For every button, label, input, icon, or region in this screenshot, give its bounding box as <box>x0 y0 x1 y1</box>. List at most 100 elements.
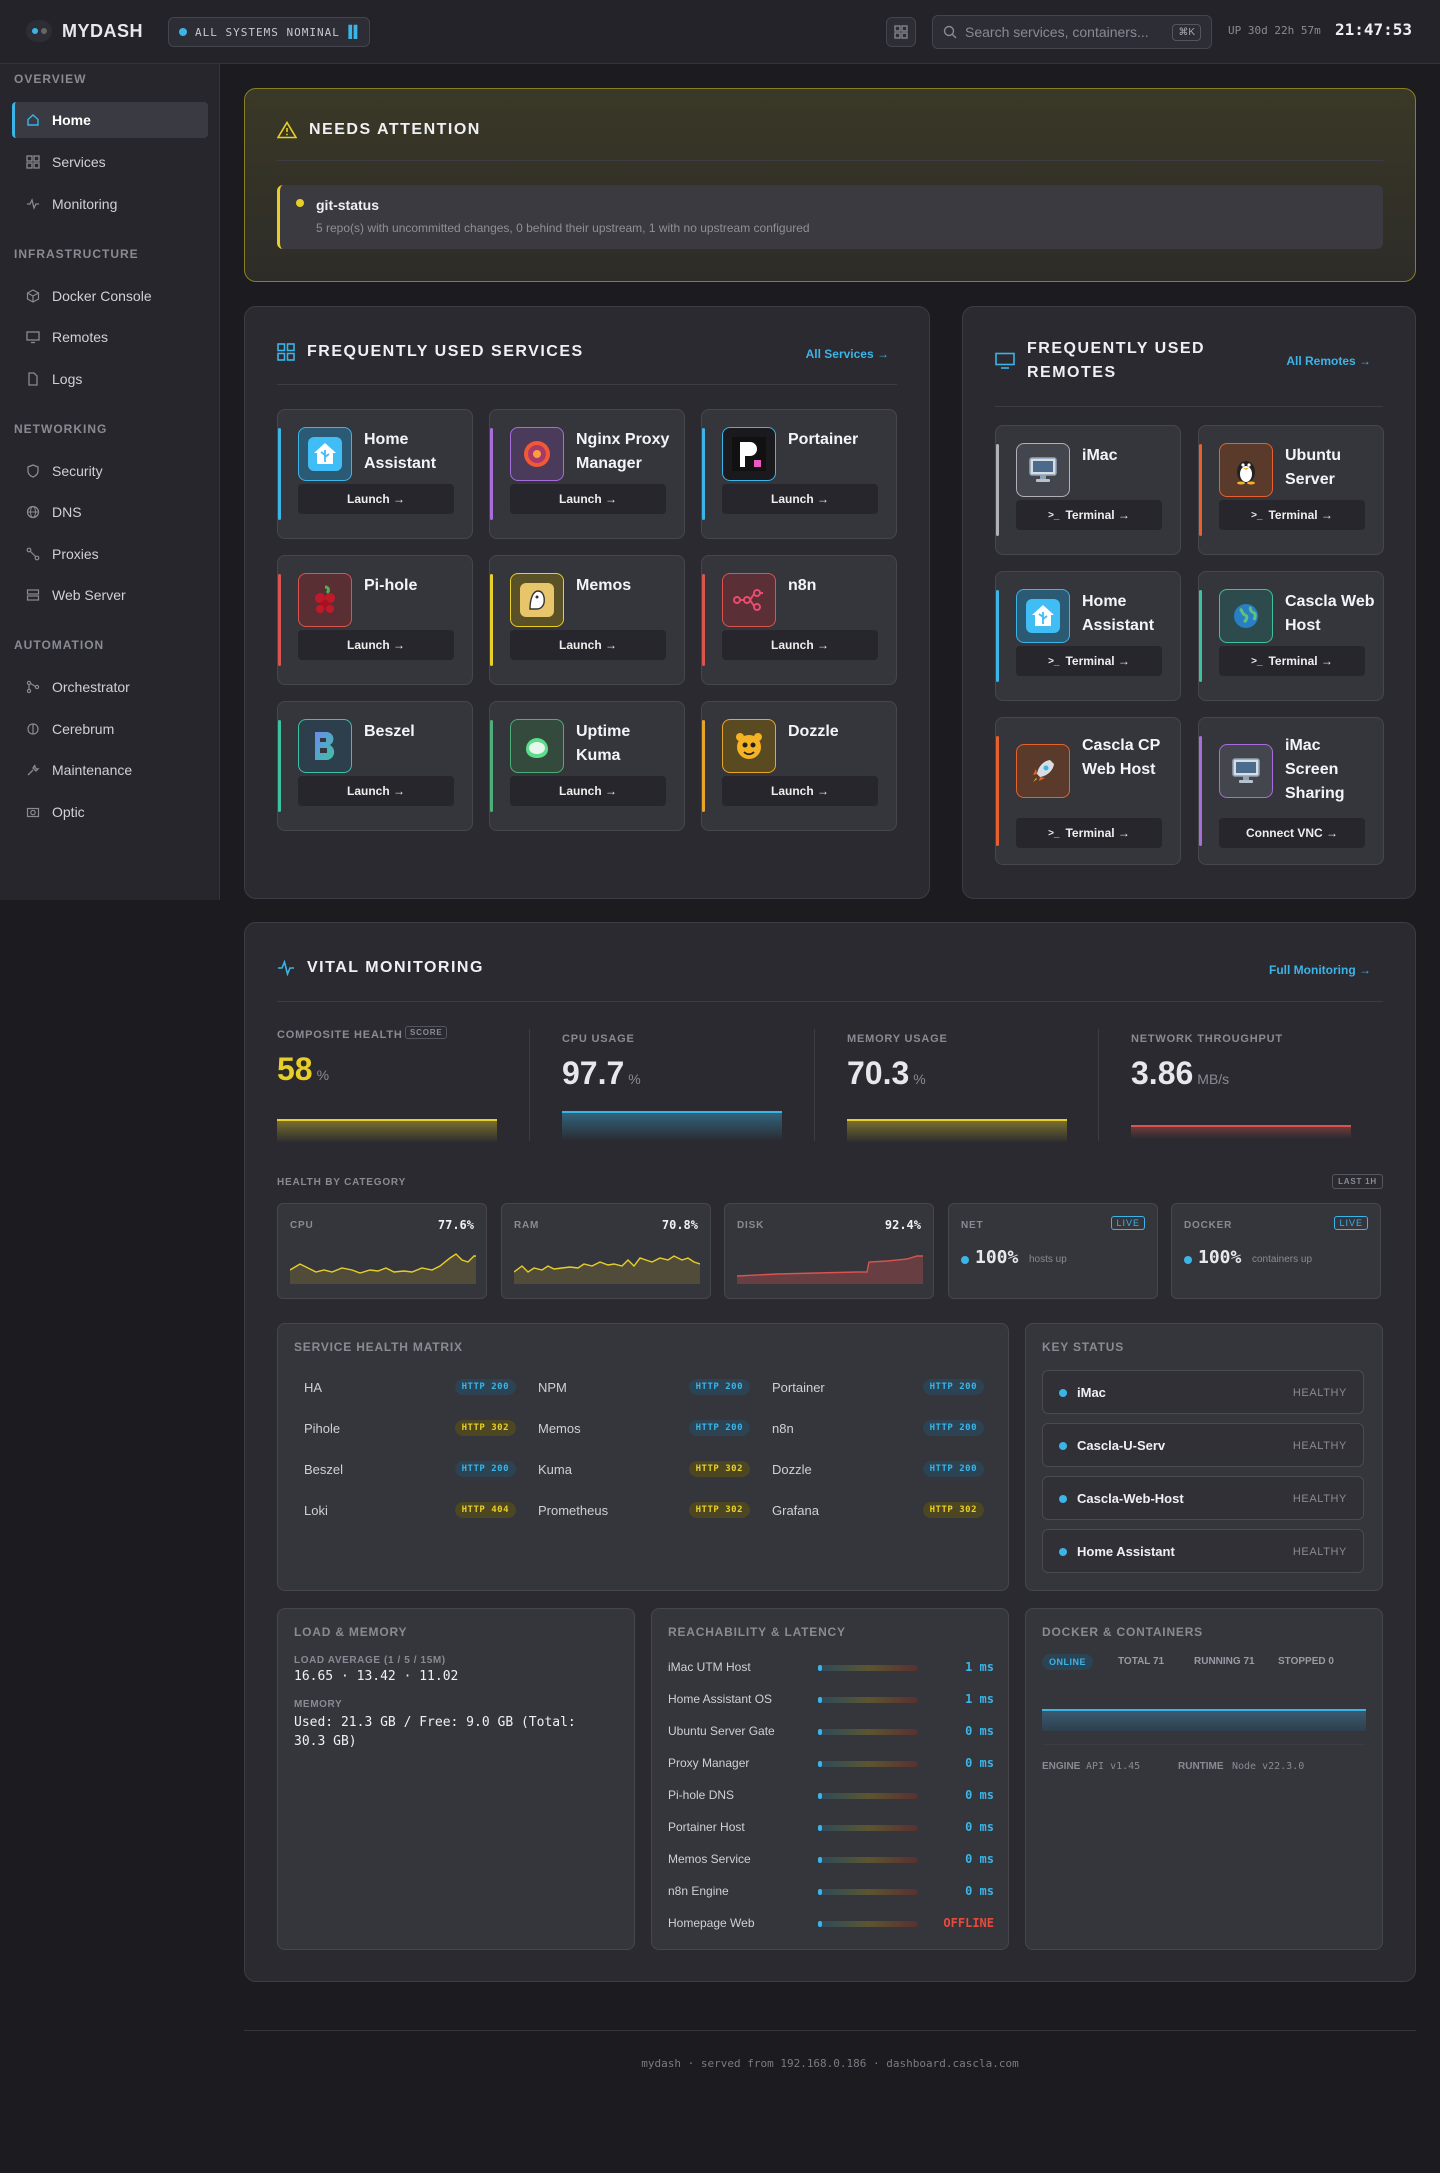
reachability-row: Home Assistant OS 1 ms <box>668 1691 994 1711</box>
sidebar-item-cerebrum[interactable]: Cerebrum <box>12 711 208 747</box>
launch-button[interactable]: Launch → <box>722 776 878 806</box>
service-card[interactable]: Pi-hole Launch → <box>277 555 473 685</box>
service-card[interactable]: Beszel Launch → <box>277 701 473 831</box>
sidebar-item-logs[interactable]: Logs <box>12 361 208 397</box>
sidebar-item-label: Proxies <box>52 546 99 562</box>
sidebar-item-dns[interactable]: DNS <box>12 494 208 530</box>
key-status-item[interactable]: Cascla-U-Serv HEALTHY <box>1042 1423 1364 1467</box>
system-status-pill[interactable]: ALL SYSTEMS NOMINAL ▌▌ <box>168 17 370 47</box>
service-card[interactable]: Dozzle Launch → <box>701 701 897 831</box>
matrix-cell[interactable]: NPM HTTP 200 <box>538 1376 750 1400</box>
sidebar-item-home[interactable]: Home <box>12 102 208 138</box>
remote-card[interactable]: Cascla CP Web Host >_ Terminal → <box>995 717 1181 865</box>
remote-card[interactable]: iMac Screen Sharing Connect VNC → <box>1198 717 1384 865</box>
matrix-cell[interactable]: n8n HTTP 200 <box>772 1417 984 1441</box>
launch-button[interactable]: Launch → <box>510 776 666 806</box>
matrix-cell[interactable]: Grafana HTTP 302 <box>772 1499 984 1523</box>
terminal-button[interactable]: >_ Terminal → <box>1016 646 1162 676</box>
reachability-host: n8n Engine <box>668 1884 729 1898</box>
remote-card[interactable]: Cascla Web Host >_ Terminal → <box>1198 571 1384 701</box>
memory-sparkline <box>847 1119 1067 1143</box>
sidebar-item-security[interactable]: Security <box>12 453 208 489</box>
matrix-cell[interactable]: Beszel HTTP 200 <box>304 1458 516 1482</box>
remote-card[interactable]: iMac >_ Terminal → <box>995 425 1181 555</box>
vnc-button[interactable]: Connect VNC → <box>1219 818 1365 848</box>
search-box[interactable]: ⌘K <box>932 15 1212 49</box>
terminal-button[interactable]: >_ Terminal → <box>1219 646 1365 676</box>
remotes-panel: FREQUENTLY USED REMOTES All Remotes → iM… <box>962 306 1416 899</box>
remote-action-label: Terminal → <box>1268 654 1333 668</box>
service-card[interactable]: Uptime Kuma Launch → <box>489 701 685 831</box>
sidebar-item-monitoring[interactable]: Monitoring <box>12 186 208 222</box>
terminal-button[interactable]: >_ Terminal → <box>1016 818 1162 848</box>
matrix-cell[interactable]: Kuma HTTP 302 <box>538 1458 750 1482</box>
matrix-cell[interactable]: Memos HTTP 200 <box>538 1417 750 1441</box>
service-card[interactable]: Nginx Proxy Manager Launch → <box>489 409 685 539</box>
remote-card[interactable]: Home Assistant >_ Terminal → <box>995 571 1181 701</box>
reachability-row: iMac UTM Host 1 ms <box>668 1659 994 1679</box>
service-name: Home Assistant <box>364 431 437 472</box>
matrix-cell[interactable]: Loki HTTP 404 <box>304 1499 516 1523</box>
sidebar-item-remotes[interactable]: Remotes <box>12 319 208 355</box>
matrix-cell[interactable]: Pihole HTTP 302 <box>304 1417 516 1441</box>
reachability-host: Memos Service <box>668 1852 751 1866</box>
pulse-icon <box>27 198 39 210</box>
pause-icon[interactable]: ▌▌ <box>349 25 362 39</box>
attention-item[interactable]: git-status 5 repo(s) with uncommitted ch… <box>277 185 1383 249</box>
last-1h-tag[interactable]: LAST 1H <box>1332 1174 1383 1189</box>
brand-logo[interactable]: MYDASH <box>26 20 143 42</box>
launch-button[interactable]: Launch → <box>298 630 454 660</box>
service-card[interactable]: Memos Launch → <box>489 555 685 685</box>
terminal-icon: >_ <box>1048 655 1060 667</box>
branch-icon <box>26 680 40 694</box>
terminal-button[interactable]: >_ Terminal → <box>1016 500 1162 530</box>
shortcut-hint: ⌘K <box>1172 23 1201 41</box>
sidebar-item-docker-console[interactable]: Docker Console <box>12 278 208 314</box>
sidebar-item-orchestrator[interactable]: Orchestrator <box>12 669 208 705</box>
launch-button[interactable]: Launch → <box>510 630 666 660</box>
status-dot-icon <box>1059 1548 1067 1556</box>
sidebar-item-maintenance[interactable]: Maintenance <box>12 752 208 788</box>
grid-view-button[interactable] <box>886 17 916 47</box>
launch-button[interactable]: Launch → <box>722 484 878 514</box>
monitoring-header: VITAL MONITORING <box>277 959 484 977</box>
key-status-item[interactable]: Cascla-Web-Host HEALTHY <box>1042 1476 1364 1520</box>
category-value: 92.4% <box>884 1218 921 1232</box>
key-status-item[interactable]: Home Assistant HEALTHY <box>1042 1529 1364 1573</box>
all-remotes-link[interactable]: All Remotes → <box>1286 354 1371 368</box>
sidebar-item-optic[interactable]: Optic <box>12 794 208 830</box>
launch-button[interactable]: Launch → <box>510 484 666 514</box>
divider <box>277 384 897 385</box>
live-badge: LIVE <box>1334 1216 1368 1230</box>
sidebar-item-web-server[interactable]: Web Server <box>12 577 208 613</box>
wrench-icon <box>27 764 40 776</box>
http-status-badge: HTTP 200 <box>688 1379 750 1395</box>
launch-button[interactable]: Launch → <box>722 630 878 660</box>
matrix-cell[interactable]: Portainer HTTP 200 <box>772 1376 984 1400</box>
search-input[interactable] <box>965 24 1165 40</box>
all-services-link[interactable]: All Services → <box>806 347 889 361</box>
key-status-item[interactable]: iMac HEALTHY <box>1042 1370 1364 1414</box>
docker-title: DOCKER & CONTAINERS <box>1042 1625 1203 1639</box>
launch-button[interactable]: Launch → <box>298 776 454 806</box>
terminal-button[interactable]: >_ Terminal → <box>1219 500 1365 530</box>
sidebar-item-proxies[interactable]: Proxies <box>12 536 208 572</box>
reachability-title: REACHABILITY & LATENCY <box>668 1625 846 1639</box>
matrix-cell[interactable]: HA HTTP 200 <box>304 1376 516 1400</box>
matrix-cell[interactable]: Dozzle HTTP 200 <box>772 1458 984 1482</box>
sidebar-item-services[interactable]: Services <box>12 144 208 180</box>
live-badge: LIVE <box>1111 1216 1145 1230</box>
matrix-cell[interactable]: Prometheus HTTP 302 <box>538 1499 750 1523</box>
launch-button[interactable]: Launch → <box>298 484 454 514</box>
top-bar: MYDASH ALL SYSTEMS NOMINAL ▌▌ ⌘K UP 30d … <box>0 0 1440 64</box>
warning-dot-icon <box>296 199 304 207</box>
service-card[interactable]: n8n Launch → <box>701 555 897 685</box>
latency-bar <box>818 1761 918 1767</box>
full-monitoring-link[interactable]: Full Monitoring → <box>1269 963 1371 977</box>
category-label: DISK <box>737 1220 765 1231</box>
metric-label: MEMORY USAGE <box>847 1033 948 1045</box>
remote-card[interactable]: Ubuntu Server >_ Terminal → <box>1198 425 1384 555</box>
card-accent <box>278 574 281 666</box>
service-card[interactable]: Portainer Launch → <box>701 409 897 539</box>
service-card[interactable]: Home Assistant Launch → <box>277 409 473 539</box>
